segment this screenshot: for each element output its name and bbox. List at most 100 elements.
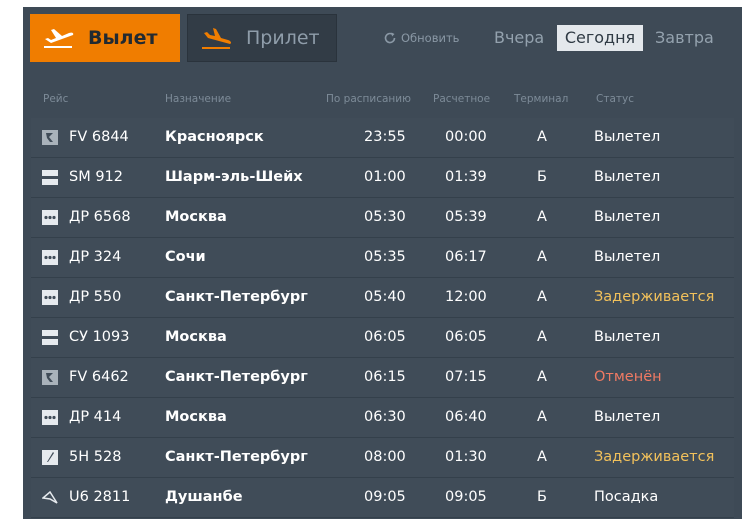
terminal: A [537,409,547,425]
terminal: Б [537,169,547,185]
flight-number: FV 6844 [69,129,129,145]
destination: Москва [165,409,227,425]
terminal: A [537,289,547,305]
refresh-icon [384,32,396,44]
estimated-time: 07:15 [445,369,487,385]
scheduled-time: 06:05 [364,329,406,345]
estimated-time: 09:05 [445,489,487,505]
landing-icon [202,28,232,49]
tab-arrivals[interactable]: Прилет [187,14,337,62]
table-row[interactable]: FV 6844 Красноярск 23:55 00:00 A Вылетел [31,118,734,158]
flight-status: Отменён [594,369,662,385]
flight-number: СУ 1093 [69,329,130,345]
airline-logo-r-icon [42,130,58,145]
flight-status: Задерживается [594,289,715,305]
table-row[interactable]: ДР 414 Москва 06:30 06:40 A Вылетел [31,398,734,438]
estimated-time: 06:17 [445,249,487,265]
estimated-time: 05:39 [445,209,487,225]
flight-number: ДР 550 [69,289,122,305]
scheduled-time: 08:00 [364,449,406,465]
terminal: A [537,369,547,385]
estimated-time: 01:30 [445,449,487,465]
destination: Шарм-эль-Шейх [165,169,303,185]
table-row[interactable]: ДР 6568 Москва 05:30 05:39 A Вылетел [31,198,734,238]
flight-number: 5Н 528 [69,449,122,465]
airline-logo-stripe-icon [42,170,58,185]
flight-number: SM 912 [69,169,123,185]
day-tomorrow[interactable]: Завтра [655,25,714,51]
flight-number: ДР 324 [69,249,122,265]
airline-logo-r-icon [42,370,58,385]
destination: Душанбе [165,489,243,505]
scheduled-time: 06:15 [364,369,406,385]
destination: Санкт-Петербург [165,289,308,305]
destination: Санкт-Петербург [165,369,308,385]
col-header-flight: Рейс [43,93,69,105]
table-row[interactable]: U6 2811 Душанбе 09:05 09:05 Б Посадка [31,478,734,518]
airline-logo-dots-icon [42,410,58,425]
tab-departures-label: Вылет [88,27,158,49]
flight-status: Посадка [594,489,659,505]
day-today[interactable]: Сегодня [557,25,643,51]
table-row[interactable]: ДР 324 Сочи 05:35 06:17 A Вылетел [31,238,734,278]
airline-logo-stripe-icon [42,330,58,345]
flight-number: ДР 6568 [69,209,131,225]
table-row[interactable]: 5Н 528 Санкт-Петербург 08:00 01:30 A Зад… [31,438,734,478]
flight-status: Вылетел [594,129,661,145]
col-header-status: Статус [596,93,634,105]
estimated-time: 01:39 [445,169,487,185]
airline-logo-dots-icon [42,290,58,305]
table-row[interactable]: FV 6462 Санкт-Петербург 06:15 07:15 A От… [31,358,734,398]
scheduled-time: 09:05 [364,489,406,505]
scheduled-time: 05:30 [364,209,406,225]
tab-arrivals-label: Прилет [246,27,320,49]
flight-status: Вылетел [594,169,661,185]
flight-number: FV 6462 [69,369,129,385]
terminal: A [537,329,547,345]
terminal: Б [537,489,547,505]
table-row[interactable]: ДР 550 Санкт-Петербург 05:40 12:00 A Зад… [31,278,734,318]
terminal: A [537,249,547,265]
flight-status: Вылетел [594,329,661,345]
refresh-button[interactable]: Обновить [383,31,459,45]
flight-status: Вылетел [594,409,661,425]
refresh-label: Обновить [401,31,460,45]
destination: Москва [165,209,227,225]
day-yesterday[interactable]: Вчера [494,25,544,51]
takeoff-icon [44,29,74,48]
flight-number: ДР 414 [69,409,122,425]
scheduled-time: 01:00 [364,169,406,185]
col-header-scheduled: По расписанию [326,93,411,105]
estimated-time: 06:05 [445,329,487,345]
scheduled-time: 06:30 [364,409,406,425]
flight-status: Вылетел [594,209,661,225]
tab-departures[interactable]: Вылет [30,14,180,62]
terminal: A [537,209,547,225]
airline-logo-feather-icon [42,450,58,465]
destination: Москва [165,329,227,345]
flight-status: Вылетел [594,249,661,265]
estimated-time: 12:00 [445,289,487,305]
flight-board: Вылет Прилет Обновить Вчера Сегодня Завт… [23,7,742,519]
estimated-time: 00:00 [445,129,487,145]
scheduled-time: 23:55 [364,129,406,145]
flight-number: U6 2811 [69,489,131,505]
destination: Красноярск [165,129,264,145]
terminal: A [537,129,547,145]
table-row[interactable]: СУ 1093 Москва 06:05 06:05 A Вылетел [31,318,734,358]
terminal: A [537,449,547,465]
airline-logo-dots-icon [42,250,58,265]
scheduled-time: 05:35 [364,249,406,265]
col-header-destination: Назначение [165,93,232,105]
destination: Санкт-Петербург [165,449,308,465]
col-header-terminal: Терминал [514,93,569,105]
estimated-time: 06:40 [445,409,487,425]
flights-table: FV 6844 Красноярск 23:55 00:00 A Вылетел… [31,118,734,518]
flight-status: Задерживается [594,449,715,465]
destination: Сочи [165,249,206,265]
table-row[interactable]: SM 912 Шарм-эль-Шейх 01:00 01:39 Б Вылет… [31,158,734,198]
scheduled-time: 05:40 [364,289,406,305]
airline-logo-wing-icon [41,490,58,505]
col-header-estimated: Расчетное [433,93,491,105]
airline-logo-dots-icon [42,210,58,225]
